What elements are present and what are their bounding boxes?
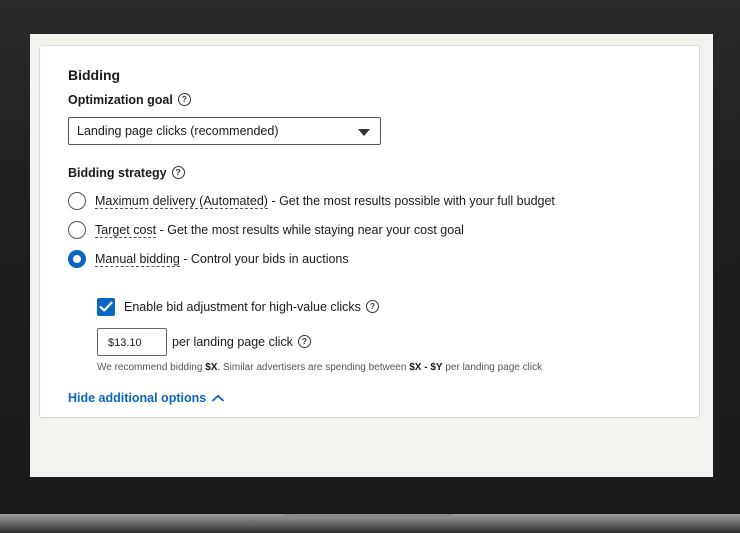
hide-additional-options-label: Hide additional options	[68, 391, 207, 405]
caret-down-icon	[358, 129, 370, 136]
bidding-strategy-label-text: Bidding strategy	[68, 166, 167, 180]
strategy-option-description: - Get the most results while staying nea…	[156, 223, 464, 237]
bid-suffix-text: per landing page click	[172, 335, 293, 349]
optimization-goal-select[interactable]: Landing page clicks (recommended)	[68, 117, 381, 145]
recommendation-suffix: per landing page click	[442, 362, 543, 373]
strategy-option-target-cost[interactable]: Target cost - Get the most results while…	[68, 220, 464, 240]
laptop-notch	[285, 514, 453, 519]
question-circle-icon[interactable]: ?	[365, 299, 379, 313]
screen: Bidding Optimization goal? Landing page …	[30, 34, 713, 477]
checkmark-icon	[99, 301, 113, 312]
question-circle-icon[interactable]: ?	[297, 335, 311, 349]
recommendation-prefix: We recommend bidding	[97, 362, 206, 373]
strategy-option-maximum-delivery[interactable]: Maximum delivery (Automated) - Get the m…	[68, 191, 555, 211]
radio-button[interactable]	[68, 221, 86, 239]
strategy-option-name: Maximum delivery (Automated)	[95, 193, 268, 209]
bid-adjustment-label: Enable bid adjustment for high-value cli…	[124, 300, 361, 314]
bid-suffix: per landing page click?	[172, 335, 311, 349]
bid-recommendation: We recommend bidding $X. Similar adverti…	[97, 362, 542, 373]
question-circle-icon[interactable]: ?	[171, 166, 185, 180]
chevron-up-icon	[212, 394, 225, 402]
optimization-goal-label-text: Optimization goal	[68, 93, 173, 107]
bidding-card: Bidding Optimization goal? Landing page …	[40, 46, 699, 417]
strategy-option-description: - Get the most results possible with you…	[267, 194, 555, 208]
bid-adjustment-checkbox[interactable]	[97, 298, 115, 316]
bid-adjustment-row[interactable]: Enable bid adjustment for high-value cli…	[97, 298, 379, 316]
question-circle-icon[interactable]: ?	[177, 93, 191, 107]
strategy-option-name: Target cost	[95, 222, 157, 238]
section-title: Bidding	[68, 67, 121, 83]
radio-button-selected[interactable]	[68, 250, 86, 268]
strategy-option-manual-bidding[interactable]: Manual bidding - Control your bids in au…	[68, 249, 349, 269]
bid-amount-input[interactable]: $13.10	[97, 328, 167, 356]
recommendation-middle: . Similar advertisers are spending betwe…	[217, 362, 410, 373]
optimization-goal-label: Optimization goal?	[68, 93, 191, 107]
radio-button[interactable]	[68, 192, 86, 210]
bidding-strategy-label: Bidding strategy?	[68, 166, 185, 180]
strategy-option-description: - Control your bids in auctions	[179, 252, 349, 266]
recommendation-amount: $X	[205, 362, 218, 373]
recommendation-range: $X - $Y	[409, 362, 443, 373]
optimization-goal-value: Landing page clicks (recommended)	[77, 124, 279, 138]
strategy-option-name: Manual bidding	[95, 251, 180, 267]
hide-additional-options-link[interactable]: Hide additional options	[68, 391, 225, 405]
